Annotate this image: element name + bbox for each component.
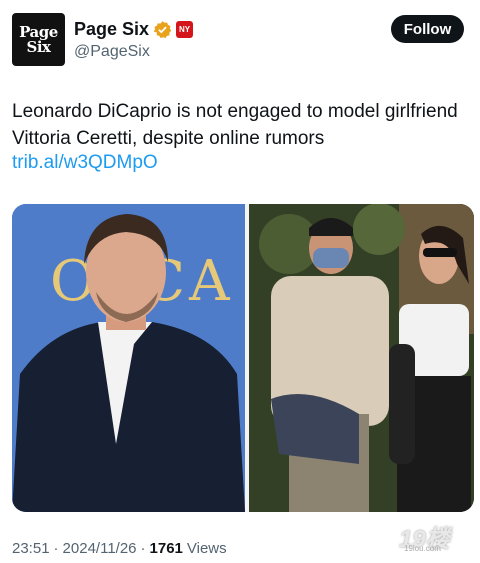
post-link[interactable]: trib.al/w3QDMpO: [12, 152, 158, 174]
account-name[interactable]: Page Six: [74, 19, 149, 40]
verified-gold-check-icon: [153, 21, 172, 39]
affiliate-badge-text: NY: [178, 25, 191, 34]
couple-photo-illustration: [249, 204, 474, 512]
watermark-url: 19lou.com: [404, 544, 441, 553]
post-time[interactable]: 23:51: [12, 540, 50, 557]
media-photo-left[interactable]: OSCA: [12, 204, 245, 512]
leonardo-photo-illustration: OSCA: [12, 204, 245, 512]
account-name-row[interactable]: Page Six NY: [74, 19, 194, 40]
meta-separator-1: ·: [53, 540, 59, 557]
post-text: Leonardo DiCaprio is not engaged to mode…: [12, 101, 458, 149]
views-label: Views: [186, 540, 227, 557]
post-media[interactable]: OSCA: [12, 204, 474, 512]
meta-separator-2: ·: [140, 540, 146, 557]
post-date[interactable]: 2024/11/26: [63, 540, 137, 557]
media-photo-right[interactable]: [249, 204, 474, 512]
follow-button[interactable]: Follow: [391, 15, 464, 43]
avatar-line-2: Six: [26, 37, 51, 56]
account-handle[interactable]: @PageSix: [74, 43, 150, 61]
affiliate-badge-icon[interactable]: NY: [176, 21, 194, 38]
views-count: 1761: [149, 540, 183, 557]
post-meta: 23:51 · 2024/11/26 · 1761 Views: [12, 540, 227, 557]
account-avatar[interactable]: Page Six: [12, 13, 65, 66]
